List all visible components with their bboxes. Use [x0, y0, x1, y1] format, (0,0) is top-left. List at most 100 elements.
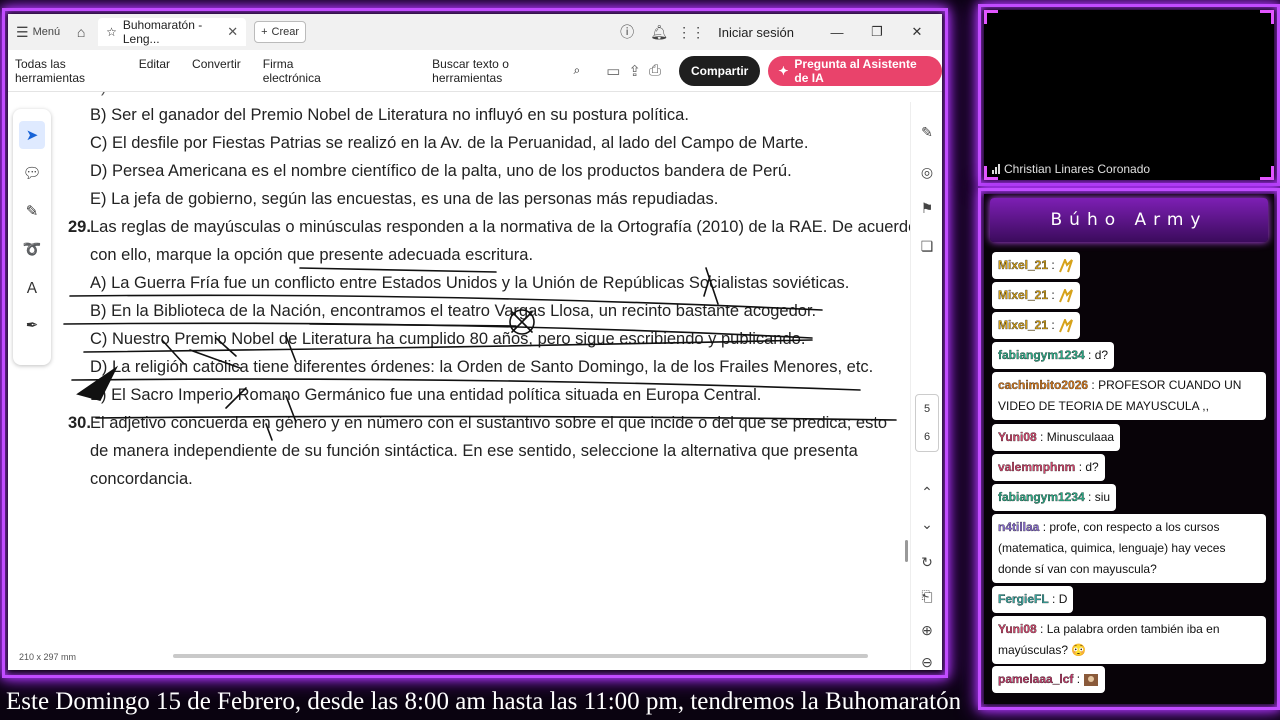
select-cursor-icon[interactable]: ➤ [19, 121, 45, 149]
chat-username: Yuni08 [998, 622, 1037, 636]
extract-page-icon[interactable]: ⎗ [917, 586, 937, 606]
ai-sparkle-icon: ✦ [778, 63, 789, 78]
chat-message: n4tillaa : profe, con respecto a los cur… [992, 514, 1266, 583]
close-window-icon[interactable]: ✕ [900, 24, 934, 40]
chat-username: fabiangym1234 [998, 490, 1085, 504]
ink-annotations [63, 267, 897, 441]
pdf-page: A) ……………………………………………………………………………… B) Ser… [60, 92, 910, 652]
document-tab[interactable]: ☆ Buhomaratón - Leng... ✕ [98, 18, 247, 46]
pdf-viewer-window: ☰ Menú ⌂ ☆ Buhomaratón - Leng... ✕ + Cre… [8, 14, 942, 670]
right-tools-rail: ✎ ◎ ⚑ ❏ 5 6 ⌃ ⌄ ↻ ⎗ ⊕ ⊖ [910, 102, 942, 670]
all-tools-link[interactable]: Todas las herramientas [15, 57, 117, 85]
search-icon: ⌕ [573, 63, 581, 77]
chat-username: FergieFL [998, 592, 1049, 606]
page-down-icon[interactable]: ⌄ [917, 514, 937, 534]
chat-text: D [1058, 592, 1068, 606]
apps-grid-icon[interactable]: ⋮⋮ [677, 19, 705, 45]
participant-name: Christian Linares Coronado [992, 162, 1150, 176]
emote-icon [1059, 318, 1074, 333]
chat-message: Mixel_21 : [992, 252, 1081, 279]
plus-icon: + [261, 26, 268, 38]
chat-message: Mixel_21 : [992, 312, 1081, 339]
chat-text: Minusculaaa [1046, 430, 1115, 444]
ai-assistant-label: Pregunta al Asistente de IA [794, 56, 917, 85]
chat-username: Mixel_21 [998, 288, 1049, 302]
menu-label: Menú [32, 26, 61, 38]
total-page-number: 6 [923, 431, 931, 443]
pages-icon[interactable]: ❏ [917, 236, 937, 256]
emote-icon [1059, 288, 1074, 303]
page-indicator[interactable]: 5 6 [915, 394, 939, 452]
refresh-icon[interactable]: ↻ [917, 552, 937, 572]
restore-icon[interactable]: ❐ [860, 24, 894, 40]
chat-message: Yuni08 : La palabra orden también iba en… [992, 616, 1266, 664]
frame-corner [1260, 166, 1274, 180]
share-button[interactable]: Compartir [679, 55, 761, 86]
page-size-label: 210 x 297 mm [19, 652, 77, 662]
zoom-out-icon[interactable]: ⊖ [917, 652, 937, 670]
webcam-panel: Christian Linares Coronado [984, 10, 1274, 180]
frame-corner [1260, 10, 1274, 24]
highlight-pen-icon[interactable]: ✎ [19, 197, 45, 225]
chat-message: cachimbito2026 : PROFESOR CUANDO UN VIDE… [992, 372, 1266, 420]
tab-title: Buhomaratón - Leng... [122, 18, 203, 46]
page-up-icon[interactable]: ⌃ [917, 482, 937, 502]
help-icon[interactable]: ⓘ [614, 19, 640, 45]
comment-icon[interactable]: 💬︎ [19, 159, 45, 187]
convert-link[interactable]: Convertir [192, 57, 241, 85]
signal-bars-icon [992, 164, 1000, 174]
current-page-number: 5 [923, 403, 931, 415]
chat-text: siu [1094, 490, 1111, 504]
sign-pen-icon[interactable]: ✒ [19, 311, 45, 339]
hamburger-icon: ☰ [16, 23, 29, 40]
edit-link[interactable]: Editar [139, 57, 170, 85]
menu-button[interactable]: ☰ Menú [8, 24, 68, 41]
chat-username: Yuni08 [998, 430, 1037, 444]
left-tools-panel: ➤ 💬︎ ✎ ➰ Ａ ✒ [13, 109, 51, 365]
emote-icon [1059, 258, 1074, 273]
chat-username: fabiangym1234 [998, 348, 1085, 362]
vertical-scrollbar[interactable] [905, 540, 908, 562]
search-tools[interactable]: Buscar texto o herramientas ⌕ [432, 57, 580, 85]
frame-corner [984, 10, 998, 24]
chat-message: fabiangym1234 : siu [992, 484, 1117, 511]
ai-assistant-button[interactable]: ✦ Pregunta al Asistente de IA [768, 55, 942, 86]
announcement-ticker: Este Domingo 15 de Febrero, desde las 8:… [6, 688, 960, 715]
chat-text: d? [1085, 460, 1099, 474]
chat-username: n4tillaa [998, 520, 1040, 534]
draw-lasso-icon[interactable]: ➰ [19, 235, 45, 263]
save-icon[interactable]: ▭ [606, 62, 620, 80]
sticker-icon [1084, 673, 1099, 686]
chat-username: Mixel_21 [998, 318, 1049, 332]
chat-message: pamelaaa_lcf : [992, 666, 1106, 693]
sign-in-link[interactable]: Iniciar sesión [718, 25, 794, 40]
chat-message: FergieFL : D [992, 586, 1074, 613]
print-icon[interactable]: ⎙ [649, 62, 661, 80]
text-select-icon[interactable]: Ａ [19, 273, 45, 301]
chat-username: Mixel_21 [998, 258, 1049, 272]
esign-link[interactable]: Firma electrónica [263, 57, 338, 85]
chat-message: Mixel_21 : [992, 282, 1081, 309]
chat-title: Búho Army [990, 198, 1268, 242]
upload-cloud-icon[interactable]: ⇪ [628, 62, 641, 80]
star-icon[interactable]: ☆ [106, 25, 117, 39]
chat-message: fabiangym1234 : d? [992, 342, 1115, 369]
create-label: Crear [271, 26, 300, 38]
participant-name-text: Christian Linares Coronado [1004, 162, 1151, 176]
chat-username: pamelaaa_lcf [998, 672, 1074, 686]
notifications-icon[interactable]: 🔔︎ [646, 19, 672, 45]
zoom-in-icon[interactable]: ⊕ [917, 620, 937, 640]
create-button[interactable]: + Crear [254, 21, 307, 43]
comments-panel-icon[interactable]: ◎ [917, 162, 937, 182]
chat-text: d? [1094, 348, 1109, 362]
search-label: Buscar texto o herramientas [432, 56, 509, 85]
close-tab-icon[interactable]: ✕ [227, 24, 238, 40]
chat-message: valemmphnm : d? [992, 454, 1105, 481]
bookmark-icon[interactable]: ⚑ [917, 198, 937, 218]
ai-summary-icon[interactable]: ✎ [917, 122, 937, 142]
minimize-icon[interactable]: — [820, 25, 854, 40]
horizontal-scrollbar[interactable] [173, 654, 868, 658]
main-toolbar: Todas las herramientas Editar Convertir … [8, 50, 942, 92]
home-icon[interactable]: ⌂ [68, 19, 94, 45]
chat-panel: Búho Army Mixel_21 : Mixel_21 : Mixel_21… [984, 194, 1274, 704]
